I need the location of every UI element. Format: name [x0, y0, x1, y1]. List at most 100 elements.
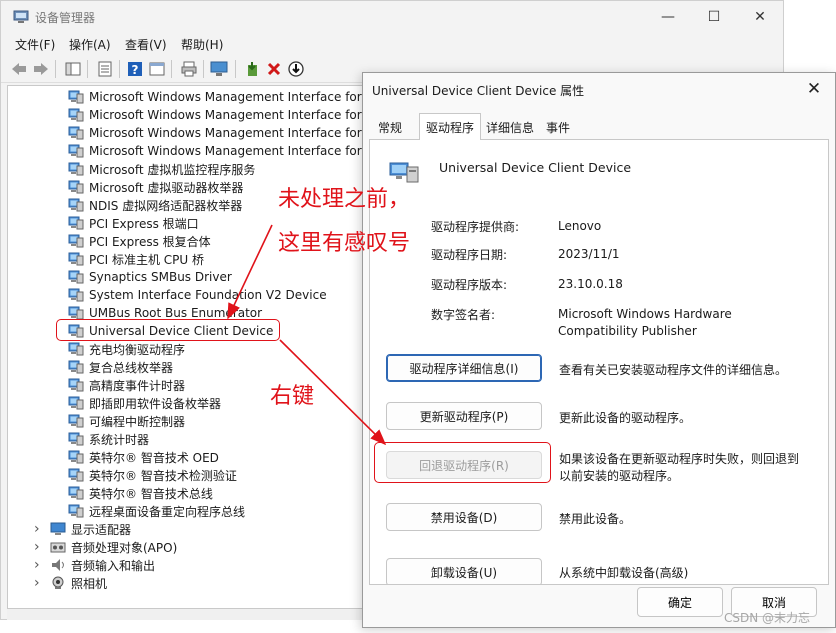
properties-icon[interactable] [95, 59, 115, 79]
tree-item-label: NDIS 虚拟网络适配器枚举器 [89, 198, 243, 213]
tree-device-item[interactable]: Microsoft Windows Management Interface f… [68, 124, 362, 142]
help-icon[interactable]: ? [125, 59, 145, 79]
device-icon [68, 252, 84, 266]
tree-device-item[interactable]: Microsoft Windows Management Interface f… [68, 88, 362, 106]
tree-device-item[interactable]: 英特尔® 智音技术总线 [68, 484, 213, 502]
tree-item-label: 英特尔® 智音技术 OED [89, 450, 219, 465]
driver-details-desc: 查看有关已安装驱动程序文件的详细信息。 [559, 363, 788, 377]
forward-arrow-icon[interactable] [31, 59, 51, 79]
tab-driver[interactable]: 驱动程序 [419, 113, 481, 140]
tree-device-item[interactable]: 英特尔® 智音技术 OED [68, 448, 219, 466]
device-icon [68, 432, 84, 446]
tree-device-item[interactable]: 复合总线枚举器 [68, 358, 173, 376]
tree-device-item[interactable]: PCI 标准主机 CPU 桥 [68, 250, 204, 268]
tab-details[interactable]: 详细信息 [481, 115, 539, 139]
tree-category-item[interactable]: 音频处理对象(APO) [50, 538, 177, 556]
disable-device-button[interactable]: 禁用设备(D) [386, 503, 542, 531]
tree-item-label: 远程桌面设备重定向程序总线 [89, 504, 246, 519]
tree-device-item[interactable]: 英特尔® 智音技术检测验证 [68, 466, 237, 484]
tree-item-label: 英特尔® 智音技术检测验证 [89, 468, 237, 483]
device-icon [68, 342, 84, 356]
watermark: CSDN @末力忘 [724, 611, 811, 625]
tree-device-item[interactable]: Microsoft Windows Management Interface f… [68, 142, 362, 160]
annotation-box-device [56, 319, 280, 341]
chevron-right-icon[interactable]: › [34, 557, 40, 573]
tree-item-label: Microsoft 虚拟驱动器枚举器 [89, 180, 244, 195]
device-name: Universal Device Client Device [439, 160, 632, 175]
add-driver-icon[interactable] [243, 59, 263, 79]
annotation-right-click: 右键 [270, 384, 315, 409]
tree-device-item[interactable]: 充电均衡驱动程序 [68, 340, 185, 358]
uninstall-device-button[interactable]: 卸载设备(U) [386, 558, 542, 584]
tree-device-item[interactable]: 高精度事件计时器 [68, 376, 185, 394]
speaker-icon [52, 559, 64, 571]
tree-device-item[interactable]: 系统计时器 [68, 430, 149, 448]
device-icon [68, 486, 84, 500]
dialog-close-icon[interactable]: ✕ [797, 75, 831, 103]
ok-button[interactable]: 确定 [637, 587, 723, 617]
device-icon [68, 504, 84, 518]
console-tree-icon[interactable] [63, 59, 83, 79]
chevron-right-icon[interactable]: › [34, 575, 40, 591]
tree-category-label: 照相机 [71, 576, 108, 591]
device-properties-dialog: Universal Device Client Device 属性 ✕ 常规 驱… [362, 72, 836, 628]
menu-help[interactable]: 帮助(H) [181, 36, 223, 53]
dialog-title: Universal Device Client Device 属性 [372, 84, 585, 98]
tree-device-item[interactable]: Microsoft Windows Management Interface f… [68, 106, 362, 124]
menu-file[interactable]: 文件(F) [15, 36, 55, 53]
driver-version-value: 23.10.0.18 [558, 277, 623, 291]
tree-item-label: System Interface Foundation V2 Device [89, 288, 327, 302]
window-view-icon[interactable] [147, 59, 167, 79]
device-icon [68, 234, 84, 248]
driver-version-label: 驱动程序版本: [431, 278, 508, 292]
tree-category-item[interactable]: 照相机 [50, 574, 107, 592]
printer-icon[interactable] [179, 59, 199, 79]
tree-device-item[interactable]: Synaptics SMBus Driver [68, 268, 232, 286]
device-icon [68, 270, 84, 284]
tree-device-item[interactable]: Microsoft 虚拟驱动器枚举器 [68, 178, 243, 196]
device-icon [68, 396, 84, 410]
menu-action[interactable]: 操作(A) [69, 36, 111, 53]
download-circle-icon[interactable] [286, 59, 306, 79]
device-icon [68, 216, 84, 230]
chevron-right-icon[interactable]: › [34, 521, 40, 537]
maximize-button[interactable]: ☐ [691, 1, 737, 33]
digital-signer-value: Microsoft Windows Hardware Compatibility… [558, 307, 732, 338]
tab-general[interactable]: 常规 [373, 115, 407, 139]
display-adapter-icon [50, 522, 66, 535]
uninstall-x-icon[interactable] [264, 59, 284, 79]
tree-item-label: 英特尔® 智音技术总线 [89, 486, 213, 501]
tab-events[interactable]: 事件 [539, 115, 577, 139]
tree-item-label: Microsoft Windows Management Interface f… [89, 90, 362, 104]
device-icon [68, 162, 84, 176]
close-button[interactable]: ✕ [737, 1, 783, 33]
update-driver-button[interactable]: 更新驱动程序(P) [386, 402, 542, 430]
horizontal-scrollbar[interactable] [7, 609, 363, 620]
tree-category-label: 音频处理对象(APO) [71, 540, 178, 555]
menu-bar: 文件(F) 操作(A) 查看(V) 帮助(H) [1, 33, 783, 55]
update-driver-desc: 更新此设备的驱动程序。 [559, 411, 692, 425]
tree-device-item[interactable]: Microsoft 虚拟机监控程序服务 [68, 160, 255, 178]
menu-view[interactable]: 查看(V) [125, 36, 167, 53]
back-arrow-icon[interactable] [9, 59, 29, 79]
tree-category-item[interactable]: 音频输入和输出 [50, 556, 155, 574]
tree-device-item[interactable]: PCI Express 根端口 [68, 214, 199, 232]
digital-signer-label: 数字签名者: [431, 308, 496, 322]
tree-device-item[interactable]: PCI Express 根复合体 [68, 232, 211, 250]
tree-category-item[interactable]: 显示适配器 [50, 520, 131, 538]
tree-device-item[interactable]: NDIS 虚拟网络适配器枚举器 [68, 196, 242, 214]
title-bar[interactable]: 设备管理器 — ☐ ✕ [1, 1, 783, 33]
monitor-icon[interactable] [209, 59, 229, 79]
minimize-button[interactable]: — [645, 1, 691, 33]
annotation-note-line2: 这里有感叹号 [278, 231, 411, 256]
driver-details-button[interactable]: 驱动程序详细信息(I) [386, 354, 542, 382]
tree-device-item[interactable]: 可编程中断控制器 [68, 412, 185, 430]
tree-item-label: PCI Express 根端口 [89, 216, 199, 231]
tree-device-item[interactable]: 远程桌面设备重定向程序总线 [68, 502, 245, 520]
screenshot: 设备管理器 — ☐ ✕ 文件(F) 操作(A) 查看(V) 帮助(H) ? Mi… [0, 0, 836, 633]
tree-device-item[interactable]: 即插即用软件设备枚举器 [68, 394, 221, 412]
annotation-note-line1: 未处理之前， [278, 187, 411, 212]
tree-device-item[interactable]: System Interface Foundation V2 Device [68, 286, 327, 304]
chevron-right-icon[interactable]: › [34, 539, 40, 555]
window-title: 设备管理器 [35, 11, 96, 25]
